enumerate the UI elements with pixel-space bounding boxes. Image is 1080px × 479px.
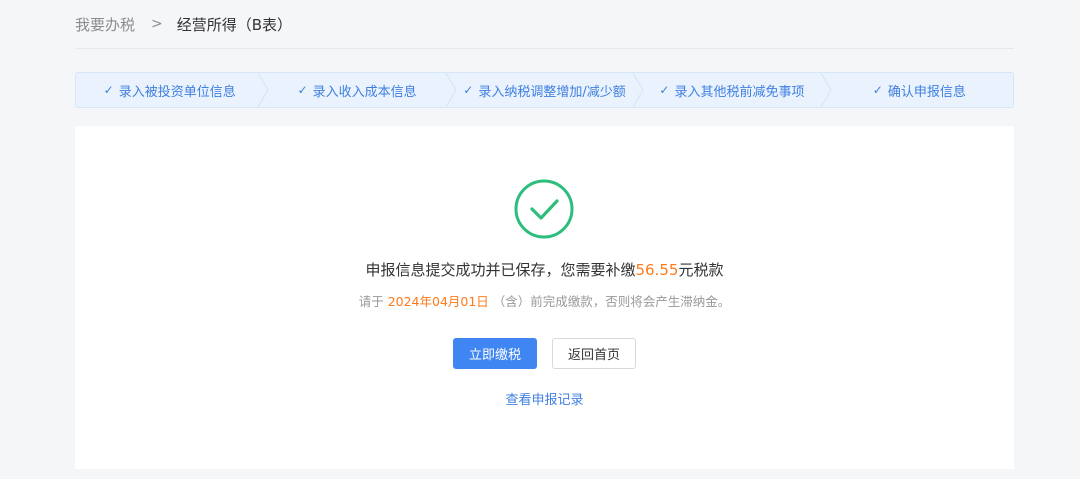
check-icon: ✓ <box>659 83 670 97</box>
step-divider-icon <box>257 73 269 107</box>
result-title-prefix: 申报信息提交成功并已保存，您需要补缴 <box>365 261 636 279</box>
step-label: 录入被投资单位信息 <box>118 84 236 100</box>
payment-deadline: 2024年04月01日 <box>387 294 489 309</box>
step-income-cost: ✓ 录入收入成本信息 <box>263 73 457 107</box>
result-title-suffix: 元税款 <box>678 261 724 279</box>
check-icon: ✓ <box>872 83 883 97</box>
step-label: 录入其他税前减免事项 <box>674 84 805 100</box>
step-label: 确认申报信息 <box>887 84 966 100</box>
check-icon: ✓ <box>103 83 114 97</box>
progress-steps: ✓ 录入被投资单位信息 ✓ 录入收入成本信息 ✓ 录入纳税调整增加/减少额 ✓ … <box>75 72 1014 108</box>
step-divider-icon <box>632 73 644 107</box>
result-sub-prefix: 请于 <box>358 294 388 309</box>
step-label: 录入收入成本信息 <box>312 84 417 100</box>
step-tax-adjustment: ✓ 录入纳税调整增加/减少额 <box>451 73 644 107</box>
result-card: 申报信息提交成功并已保存，您需要补缴56.55元税款 请于 2024年04月01… <box>75 126 1014 469</box>
breadcrumb-parent-link[interactable]: 我要办税 <box>75 14 135 35</box>
check-icon: ✓ <box>463 83 474 97</box>
result-title: 申报信息提交成功并已保存，您需要补缴56.55元税款 <box>75 259 1014 280</box>
step-label: 录入纳税调整增加/减少额 <box>478 84 626 100</box>
breadcrumb-current: 经营所得（B表） <box>176 15 293 34</box>
result-sub-suffix: （含）前完成缴款，否则将会产生滞纳金。 <box>488 294 731 309</box>
pay-now-button[interactable]: 立即缴税 <box>453 338 537 369</box>
back-home-button[interactable]: 返回首页 <box>552 338 636 369</box>
check-icon: ✓ <box>297 83 308 97</box>
step-investee-info: ✓ 录入被投资单位信息 <box>76 73 269 107</box>
tax-amount: 56.55 <box>635 261 679 279</box>
step-divider-icon <box>820 73 832 107</box>
breadcrumb-separator-icon: > <box>151 16 163 32</box>
breadcrumb: 我要办税 > 经营所得（B表） <box>75 0 1014 49</box>
step-pretax-deductions: ✓ 录入其他税前减免事项 <box>638 73 832 107</box>
success-check-circle-icon <box>514 179 574 239</box>
step-divider-icon <box>445 73 457 107</box>
step-confirm-info: ✓ 确认申报信息 <box>826 73 1013 107</box>
result-subtitle: 请于 2024年04月01日 （含）前完成缴款，否则将会产生滞纳金。 <box>75 291 1014 310</box>
view-records-link[interactable]: 查看申报记录 <box>75 389 1014 408</box>
